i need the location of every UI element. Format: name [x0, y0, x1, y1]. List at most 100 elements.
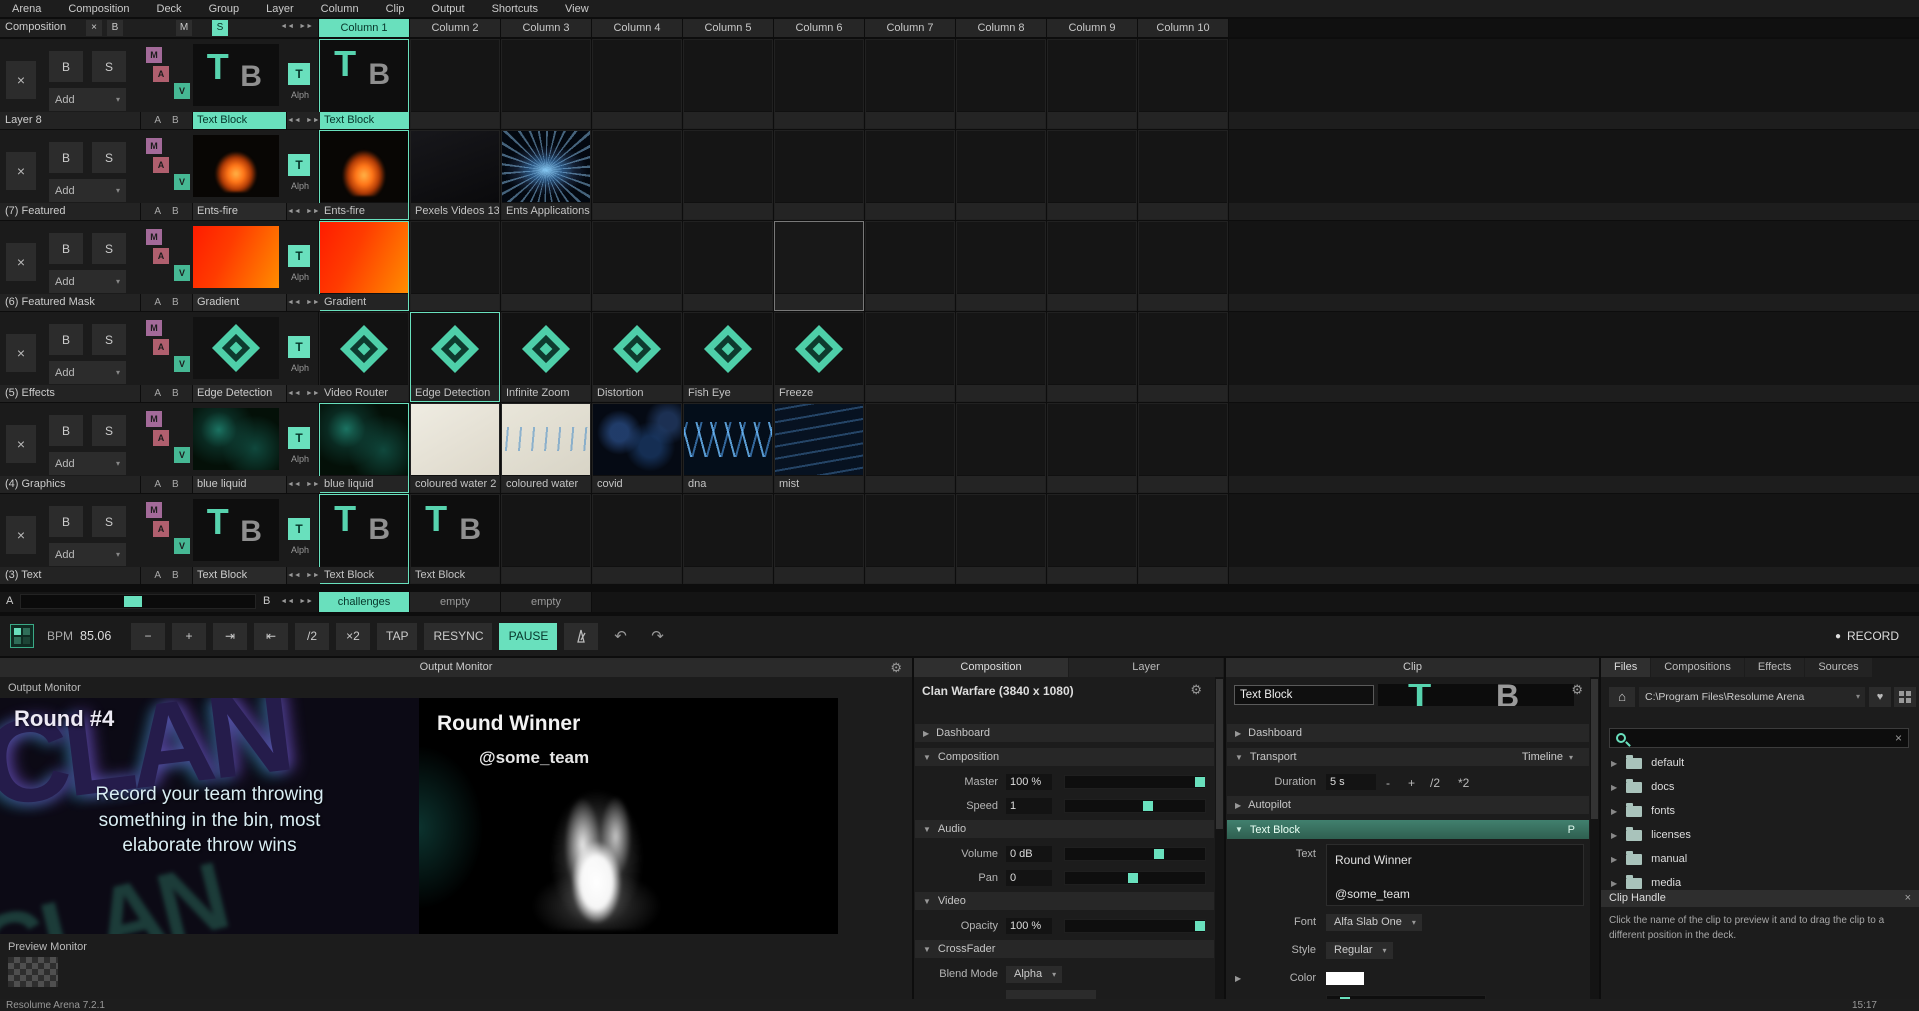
layer-bypass-button[interactable]: B	[49, 506, 83, 537]
layer-bypass-button[interactable]: B	[49, 51, 83, 82]
clip-cell[interactable]	[592, 130, 682, 220]
resync-button[interactable]: RESYNC	[424, 623, 492, 650]
opacity-value[interactable]: 100 %	[1006, 918, 1052, 934]
layer-alpha-t-toggle[interactable]: T	[288, 154, 310, 176]
folder-row-manual[interactable]: ▶manual	[1601, 847, 1919, 871]
section-dashboard[interactable]: ▶ Dashboard	[915, 724, 1214, 742]
view-toggle-button[interactable]	[1894, 687, 1916, 707]
clip-cell[interactable]	[774, 39, 864, 129]
clip-cell[interactable]	[592, 39, 682, 129]
clip-cell[interactable]	[501, 39, 591, 129]
clip-cell[interactable]: Edge Detection	[410, 312, 500, 402]
layer-add-dropdown[interactable]: Add▾	[49, 88, 126, 111]
layer-selected-clip-name[interactable]: Gradient	[193, 294, 286, 311]
clip-cell[interactable]	[956, 130, 1046, 220]
folder-row-fonts[interactable]: ▶fonts	[1601, 799, 1919, 823]
metronome-button[interactable]	[564, 623, 598, 650]
layer-a-toggle[interactable]: A	[153, 248, 169, 264]
bpm-decrease-button[interactable]: −	[131, 623, 165, 650]
layer-name[interactable]: (4) Graphics	[0, 476, 140, 493]
layer-prev-next-buttons[interactable]: ◄◄►►	[287, 567, 320, 584]
volume-slider[interactable]	[1064, 847, 1206, 861]
master-slider[interactable]	[1064, 775, 1206, 789]
clip-cell[interactable]: mist	[774, 403, 864, 493]
clip-cell[interactable]	[410, 221, 500, 311]
layer-alpha-t-toggle[interactable]: T	[288, 336, 310, 358]
duration-plus-button[interactable]: +	[1408, 776, 1415, 790]
layer-v-toggle[interactable]: V	[174, 83, 190, 99]
clip-cell[interactable]	[774, 494, 864, 584]
crossfader-a-button[interactable]: A	[154, 479, 161, 490]
clip-cell[interactable]	[774, 130, 864, 220]
layer-prev-next-buttons[interactable]: ◄◄►►	[287, 294, 320, 311]
crossfader-a-button[interactable]: A	[154, 388, 161, 399]
next-deck-icon[interactable]: ►►	[299, 598, 313, 605]
volume-value[interactable]: 0 dB	[1006, 846, 1052, 862]
section-text-block[interactable]: ▼ Text Block P	[1227, 820, 1589, 839]
column-header-2[interactable]: Column 2	[410, 19, 500, 37]
clip-cell[interactable]	[683, 221, 773, 311]
clip-cell[interactable]	[1138, 494, 1228, 584]
section-composition[interactable]: ▼ Composition	[915, 748, 1214, 766]
layer-selected-clip-name[interactable]: Text Block	[193, 567, 286, 584]
layer-active-clip-thumbnail[interactable]: TB	[193, 44, 279, 106]
crossfader-slider[interactable]	[20, 594, 256, 609]
layer-m-toggle[interactable]: M	[146, 411, 162, 427]
pause-button[interactable]: PAUSE	[499, 623, 557, 650]
clip-cell[interactable]	[865, 312, 955, 402]
layer-prev-next-buttons[interactable]: ◄◄►►	[287, 112, 320, 129]
layer-solo-button[interactable]: S	[92, 142, 126, 173]
crossfader-a-button[interactable]: A	[154, 206, 161, 217]
composition-clear-button[interactable]: ×	[86, 20, 102, 36]
clip-cell[interactable]: coloured water	[501, 403, 591, 493]
layer-clear-button[interactable]: ×	[6, 334, 36, 372]
pan-slider[interactable]	[1064, 871, 1206, 885]
layer-v-toggle[interactable]: V	[174, 538, 190, 554]
clip-cell[interactable]	[865, 221, 955, 311]
crossfader-b-button[interactable]: B	[172, 115, 179, 126]
previous-deck-icon[interactable]: ◄◄	[280, 23, 294, 30]
layer-active-clip-thumbnail[interactable]: TB	[193, 499, 279, 561]
layer-m-toggle[interactable]: M	[146, 320, 162, 336]
bpm-increase-button[interactable]: +	[172, 623, 206, 650]
clip-cell[interactable]	[1138, 39, 1228, 129]
crossfader-b-button[interactable]: B	[172, 570, 179, 581]
folder-row-default[interactable]: ▶default	[1601, 751, 1919, 775]
layer-alpha-t-toggle[interactable]: T	[288, 518, 310, 540]
layer-solo-button[interactable]: S	[92, 324, 126, 355]
master-value[interactable]: 100 %	[1006, 774, 1052, 790]
menu-column[interactable]: Column	[321, 3, 359, 15]
layer-selected-clip-name[interactable]: Ents-fire	[193, 203, 286, 220]
column-header-8[interactable]: Column 8	[956, 19, 1046, 37]
column-trigger-3[interactable]: empty	[501, 592, 591, 612]
clip-cell[interactable]	[956, 403, 1046, 493]
clip-cell[interactable]	[956, 221, 1046, 311]
layer-add-dropdown[interactable]: Add▾	[49, 452, 126, 475]
layer-add-dropdown[interactable]: Add▾	[49, 179, 126, 202]
search-input[interactable]: ×	[1609, 728, 1909, 748]
clip-cell[interactable]: Distortion	[592, 312, 682, 402]
clip-cell[interactable]: TBText Block	[410, 494, 500, 584]
redo-button[interactable]: ↷	[642, 623, 672, 650]
clip-cell[interactable]	[865, 130, 955, 220]
clip-cell[interactable]	[774, 221, 864, 311]
clip-cell[interactable]: Freeze	[774, 312, 864, 402]
clip-cell[interactable]: Gradient	[319, 221, 409, 311]
clip-cell[interactable]	[1138, 312, 1228, 402]
layer-m-toggle[interactable]: M	[146, 502, 162, 518]
clip-cell[interactable]	[410, 39, 500, 129]
column-header-3[interactable]: Column 3	[501, 19, 591, 37]
menu-clip[interactable]: Clip	[386, 3, 405, 15]
folder-row-docs[interactable]: ▶docs	[1601, 775, 1919, 799]
layer-a-toggle[interactable]: A	[153, 521, 169, 537]
layer-add-dropdown[interactable]: Add▾	[49, 543, 126, 566]
crossfader-b-button[interactable]: B	[172, 297, 179, 308]
menu-view[interactable]: View	[565, 3, 589, 15]
layer-m-toggle[interactable]: M	[146, 47, 162, 63]
clip-cell[interactable]	[501, 221, 591, 311]
section-audio[interactable]: ▼ Audio	[915, 820, 1214, 838]
menu-deck[interactable]: Deck	[157, 3, 182, 15]
composition-grid-icon[interactable]	[10, 624, 34, 648]
clip-cell[interactable]	[1047, 130, 1137, 220]
menu-shortcuts[interactable]: Shortcuts	[492, 3, 538, 15]
